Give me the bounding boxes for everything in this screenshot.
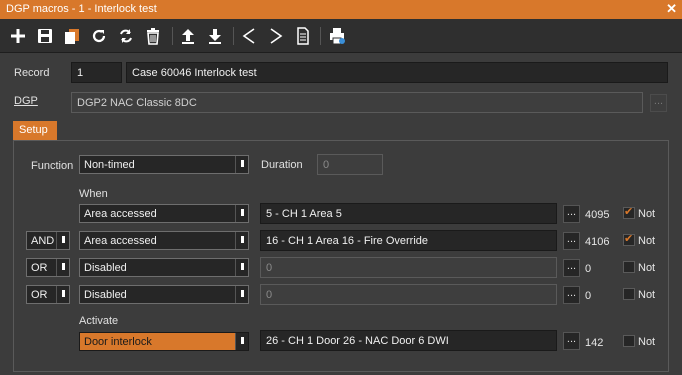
logic-select[interactable]: OR <box>26 285 70 304</box>
dgp-link[interactable]: DGP <box>14 95 38 107</box>
previous-icon[interactable] <box>238 25 260 47</box>
reload-icon[interactable] <box>115 25 137 47</box>
window-titlebar: DGP macros - 1 - Interlock test ✕ <box>0 0 682 19</box>
toolbar-separator <box>320 27 321 45</box>
duration-field: 0 <box>317 154 383 175</box>
activate-type-value: Door interlock <box>84 336 152 348</box>
logic-select[interactable]: AND <box>26 231 70 250</box>
next-icon[interactable] <box>265 25 287 47</box>
condition-type-select[interactable]: Disabled <box>79 285 249 304</box>
not-checkbox[interactable] <box>623 205 635 219</box>
condition-type-value: Area accessed <box>84 235 157 247</box>
record-number-field[interactable]: 1 <box>71 62 122 83</box>
condition-browse-button[interactable]: ... <box>563 205 580 223</box>
condition-target-field[interactable]: 5 - CH 1 Area 5 <box>260 203 557 224</box>
activate-label: Activate <box>79 315 119 327</box>
not-label: Not <box>638 208 656 220</box>
not-checkbox[interactable] <box>623 232 635 246</box>
condition-type-select[interactable]: Area accessed <box>79 231 249 250</box>
condition-id: 4106 <box>585 236 610 248</box>
activate-browse-button[interactable]: ... <box>563 332 580 350</box>
toolbar <box>0 19 682 53</box>
delete-icon[interactable] <box>142 25 164 47</box>
not-checkbox[interactable] <box>623 335 635 347</box>
dropdown-arrow-icon <box>235 259 248 276</box>
dropdown-arrow-icon <box>235 156 248 173</box>
condition-browse-button[interactable]: ... <box>563 259 580 277</box>
condition-type-select[interactable]: Disabled <box>79 258 249 277</box>
dropdown-arrow-icon <box>56 232 69 249</box>
dropdown-arrow-icon <box>235 286 248 303</box>
dropdown-arrow-icon <box>235 333 248 350</box>
copy-icon[interactable] <box>61 25 83 47</box>
window-title: DGP macros - 1 - Interlock test <box>6 3 157 15</box>
toolbar-separator <box>233 27 234 45</box>
dropdown-arrow-icon <box>56 286 69 303</box>
record-name-field[interactable]: Case 60046 Interlock test <box>126 62 668 83</box>
not-label: Not <box>638 262 656 274</box>
activate-id: 142 <box>585 337 604 349</box>
condition-target-field[interactable]: 16 - CH 1 Area 16 - Fire Override <box>260 230 557 251</box>
toolbar-separator <box>172 27 173 45</box>
function-select[interactable]: Non-timed <box>79 155 249 174</box>
refresh-icon[interactable] <box>88 25 110 47</box>
document-icon[interactable] <box>292 25 314 47</box>
print-icon[interactable] <box>326 25 348 47</box>
close-icon[interactable]: ✕ <box>666 1 677 17</box>
logic-select-value: AND <box>31 235 55 247</box>
logic-select-value: OR <box>31 262 48 274</box>
condition-target-field: 0 <box>260 257 557 278</box>
condition-type-select[interactable]: Area accessed <box>79 204 249 223</box>
condition-type-value: Disabled <box>84 262 127 274</box>
add-icon[interactable] <box>7 25 29 47</box>
logic-select[interactable]: OR <box>26 258 70 277</box>
not-label: Not <box>638 289 656 301</box>
function-select-value: Non-timed <box>84 159 135 171</box>
condition-type-value: Disabled <box>84 289 127 301</box>
activate-type-select[interactable]: Door interlock <box>79 332 249 351</box>
condition-id: 0 <box>585 290 592 302</box>
dropdown-arrow-icon <box>235 232 248 249</box>
logic-select-value: OR <box>31 289 48 301</box>
condition-id: 4095 <box>585 209 610 221</box>
duration-label: Duration <box>261 159 303 171</box>
not-checkbox[interactable] <box>623 261 635 273</box>
record-label: Record <box>14 67 50 79</box>
condition-id: 0 <box>585 263 592 275</box>
upload-icon[interactable] <box>177 25 199 47</box>
condition-target-field: 0 <box>260 284 557 305</box>
dgp-field: DGP2 NAC Classic 8DC <box>71 92 643 113</box>
function-label: Function <box>31 160 74 172</box>
not-checkbox[interactable] <box>623 288 635 300</box>
condition-type-value: Area accessed <box>84 208 157 220</box>
condition-browse-button[interactable]: ... <box>563 286 580 304</box>
not-label: Not <box>638 235 656 247</box>
activate-target-field[interactable]: 26 - CH 1 Door 26 - NAC Door 6 DWI <box>260 330 557 351</box>
tab-setup[interactable]: Setup <box>13 121 57 140</box>
download-icon[interactable] <box>204 25 226 47</box>
dropdown-arrow-icon <box>235 205 248 222</box>
when-label: When <box>79 188 108 200</box>
dgp-browse-button[interactable]: ... <box>650 94 667 112</box>
dropdown-arrow-icon <box>56 259 69 276</box>
condition-browse-button[interactable]: ... <box>563 232 580 250</box>
save-icon[interactable] <box>34 25 56 47</box>
not-label: Not <box>638 336 656 348</box>
